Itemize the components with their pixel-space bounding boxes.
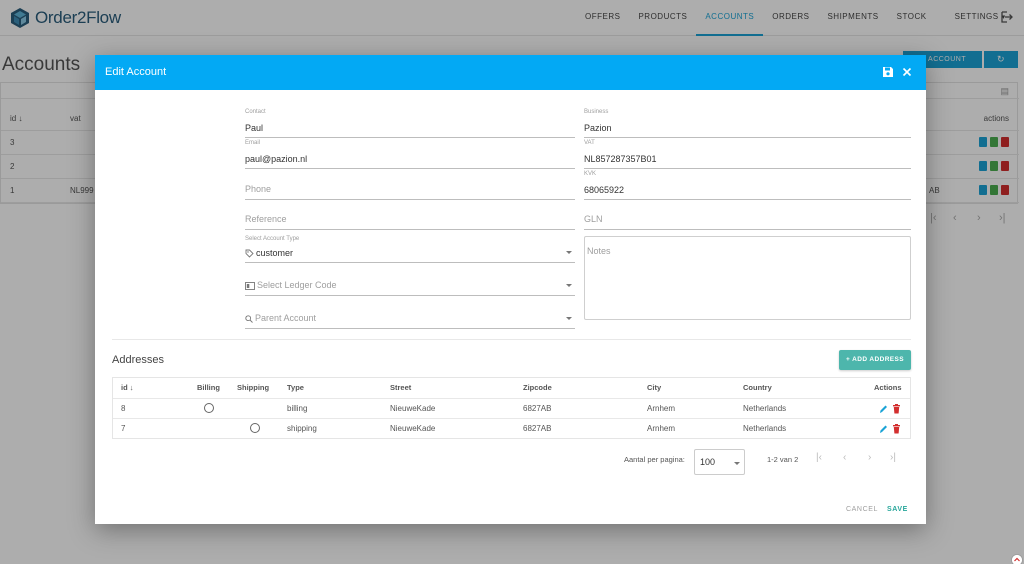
- col-type-header: Type: [287, 383, 304, 392]
- business-field[interactable]: Business Pazion: [584, 109, 911, 138]
- cancel-button[interactable]: CANCEL: [846, 506, 878, 513]
- first-page-icon[interactable]: |‹: [816, 452, 822, 463]
- col-zipcode-header: Zipcode: [523, 383, 552, 392]
- parent-account-placeholder-wrap: Parent Account: [245, 313, 316, 323]
- ledger-code-select[interactable]: Select Ledger Code: [245, 270, 575, 296]
- email-field[interactable]: Email paul@pazion.nl: [245, 140, 575, 169]
- col-actions-header: Actions: [874, 383, 902, 392]
- gln-field[interactable]: GLN: [584, 201, 911, 230]
- contact-value: Paul: [245, 123, 264, 133]
- notes-placeholder: Notes: [587, 246, 611, 256]
- dialog-header: Edit Account: [95, 55, 926, 90]
- business-label: Business: [584, 109, 609, 115]
- phone-placeholder: Phone: [245, 184, 272, 194]
- email-label: Email: [245, 140, 261, 146]
- email-value: paul@pazion.nl: [245, 154, 308, 164]
- delete-icon[interactable]: [892, 404, 901, 414]
- col-city-header: City: [647, 383, 662, 392]
- shipping-radio[interactable]: [250, 423, 260, 433]
- addresses-table: id ↓ Billing Shipping Type Street Zipcod…: [112, 377, 911, 439]
- col-id-label: id: [121, 383, 128, 392]
- address-street: NieuweKade: [390, 424, 436, 433]
- vat-label: VAT: [584, 140, 595, 146]
- billing-radio[interactable]: [204, 403, 214, 413]
- kvk-value: 68065922: [584, 185, 625, 195]
- delete-icon[interactable]: [892, 424, 901, 434]
- page-range: 1-2 van 2: [767, 455, 799, 464]
- account-type-value: customer: [256, 247, 294, 258]
- phone-field[interactable]: Phone: [245, 171, 575, 200]
- address-id: 8: [121, 404, 126, 413]
- vat-value: NL857287357B01: [584, 154, 657, 164]
- per-page-value: 100: [700, 457, 716, 467]
- ledger-card-icon: [245, 281, 255, 290]
- last-page-icon[interactable]: ›|: [890, 452, 896, 463]
- kvk-field[interactable]: KVK 68065922: [584, 171, 911, 200]
- col-id-header[interactable]: id ↓: [121, 378, 134, 398]
- per-page-select[interactable]: 100: [694, 449, 745, 475]
- chevron-down-icon: [734, 462, 740, 465]
- notes-textarea[interactable]: Notes: [584, 236, 911, 320]
- address-type: billing: [287, 404, 308, 413]
- chevron-down-icon: [566, 284, 572, 287]
- sort-arrow-icon: ↓: [129, 383, 134, 392]
- contact-label: Contact: [245, 109, 266, 115]
- edit-pencil-icon[interactable]: [879, 424, 888, 434]
- scroll-to-top-icon[interactable]: [1011, 554, 1023, 564]
- save-icon[interactable]: [882, 66, 894, 78]
- address-type: shipping: [287, 424, 317, 433]
- kvk-label: KVK: [584, 171, 597, 177]
- dialog-title: Edit Account: [105, 66, 167, 78]
- address-zipcode: 6827AB: [523, 404, 552, 413]
- vat-field[interactable]: VAT NL857287357B01: [584, 140, 911, 169]
- parent-account-select[interactable]: Parent Account: [245, 303, 575, 329]
- col-billing-header: Billing: [197, 383, 220, 392]
- ledger-code-placeholder: Select Ledger Code: [257, 280, 337, 290]
- tag-icon: [245, 249, 254, 258]
- addresses-title: Addresses: [112, 354, 164, 366]
- address-city: Arnhem: [647, 424, 676, 433]
- account-type-select[interactable]: Select Account Type customer: [245, 236, 575, 263]
- contact-field[interactable]: Contact Paul: [245, 109, 575, 138]
- address-city: Arnhem: [647, 404, 676, 413]
- address-zipcode: 6827AB: [523, 424, 552, 433]
- col-country-header: Country: [743, 383, 772, 392]
- prev-page-icon[interactable]: ‹: [843, 452, 846, 463]
- chevron-down-icon: [566, 317, 572, 320]
- section-divider: [112, 339, 911, 340]
- gln-placeholder: GLN: [584, 214, 603, 224]
- add-address-button[interactable]: + ADD ADDRESS: [839, 350, 911, 370]
- chevron-down-icon: [566, 251, 572, 254]
- table-row[interactable]: 7 shipping NieuweKade 6827AB Arnhem Neth…: [113, 418, 910, 438]
- ledger-code-placeholder-wrap: Select Ledger Code: [245, 280, 337, 290]
- account-type-value-wrap: customer: [245, 248, 293, 258]
- address-country: Netherlands: [743, 424, 787, 433]
- business-value: Pazion: [584, 123, 612, 133]
- close-icon[interactable]: [901, 66, 913, 78]
- reference-placeholder: Reference: [245, 214, 287, 224]
- parent-account-placeholder: Parent Account: [255, 313, 317, 323]
- search-icon: [245, 314, 253, 323]
- edit-account-dialog: Edit Account Contact Paul Email paul@paz…: [95, 55, 926, 524]
- save-button[interactable]: SAVE: [887, 506, 908, 513]
- edit-pencil-icon[interactable]: [879, 404, 888, 414]
- address-country: Netherlands: [743, 404, 787, 413]
- next-page-icon[interactable]: ›: [868, 452, 871, 463]
- account-type-label: Select Account Type: [245, 236, 300, 242]
- address-id: 7: [121, 424, 126, 433]
- address-street: NieuweKade: [390, 404, 436, 413]
- table-row[interactable]: 8 billing NieuweKade 6827AB Arnhem Nethe…: [113, 398, 910, 418]
- col-street-header: Street: [390, 383, 412, 392]
- reference-field[interactable]: Reference: [245, 201, 575, 230]
- col-shipping-header: Shipping: [237, 383, 270, 392]
- per-page-label: Aantal per pagina:: [624, 455, 685, 464]
